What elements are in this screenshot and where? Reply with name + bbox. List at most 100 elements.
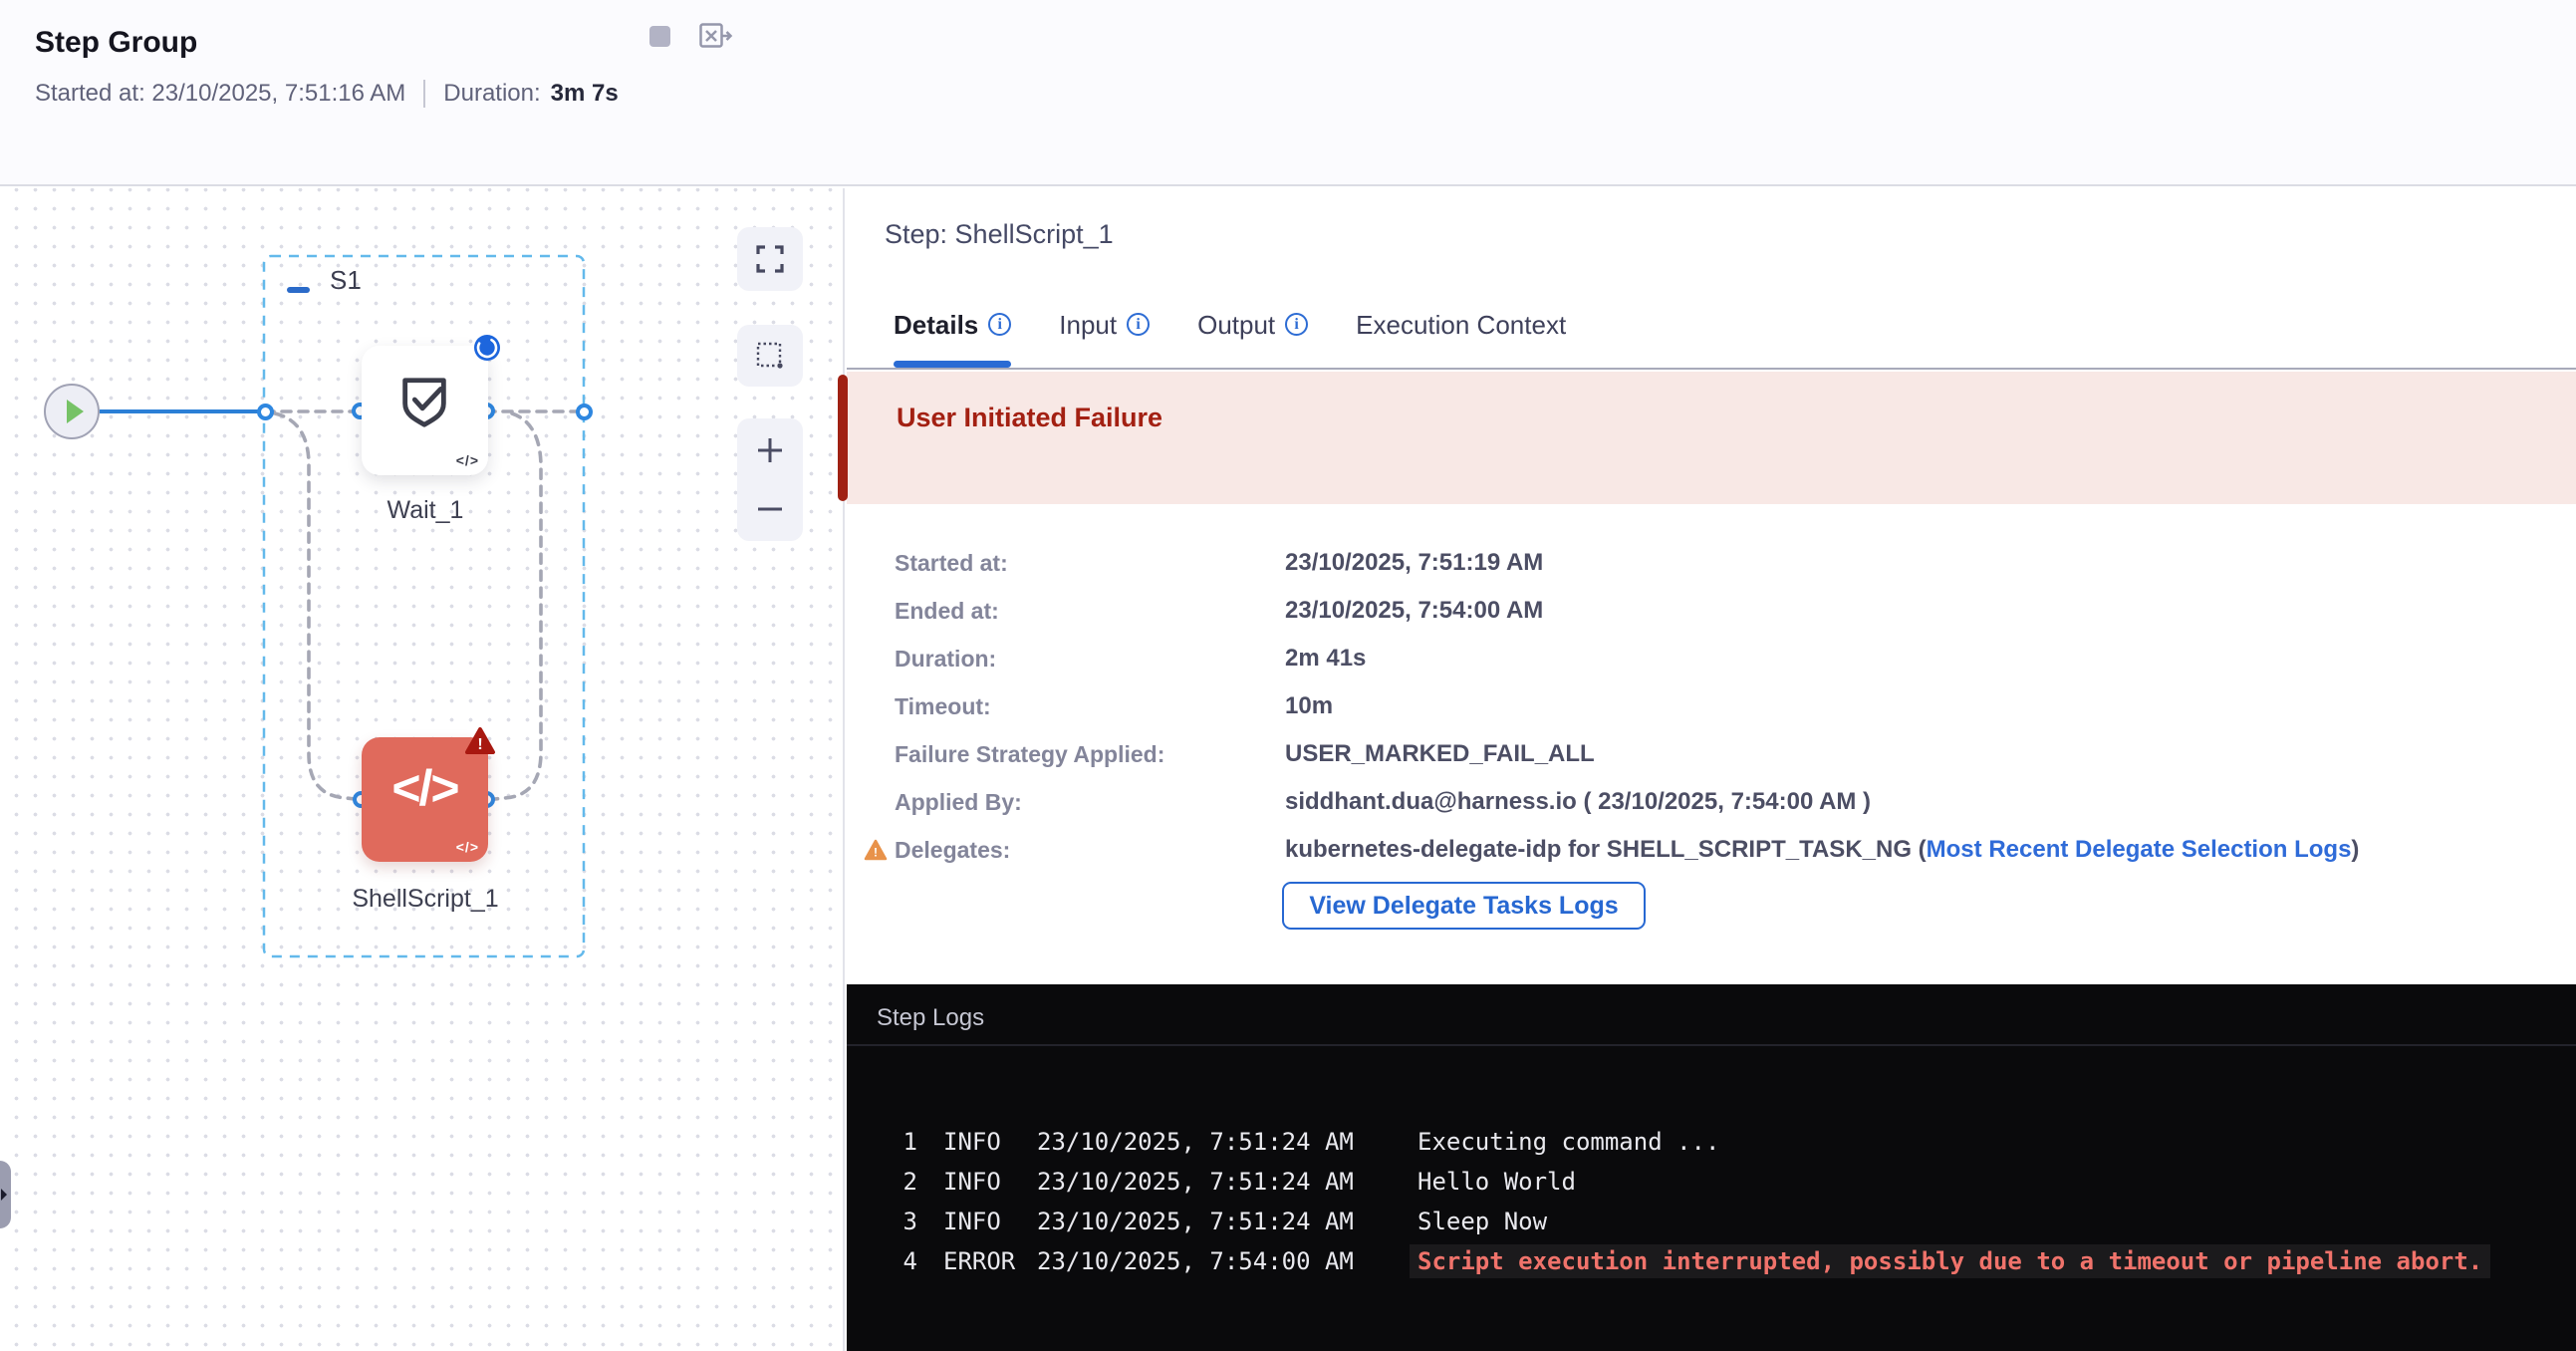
delegate-selection-logs-link[interactable]: Most Recent Delegate Selection Logs	[1927, 836, 2352, 863]
shell-script-icon: </>	[362, 759, 488, 817]
tab-output[interactable]: Outputi	[1197, 310, 1308, 368]
detail-row: Applied By:siddhant.dua@harness.io ( 23/…	[895, 778, 2359, 826]
selection-icon	[755, 341, 785, 371]
tab-label: Details	[894, 310, 978, 341]
detail-label: Started at:	[895, 550, 1285, 577]
log-line: 2 INFO 23/10/2025, 7:51:24 AM Hello World	[900, 1162, 2490, 1202]
detail-row: Delegates:!kubernetes-delegate-idp for S…	[895, 826, 2359, 874]
logs-divider	[847, 1044, 2576, 1046]
log-level: INFO	[943, 1208, 1019, 1235]
detail-label: Applied By:	[895, 789, 1285, 816]
info-icon[interactable]: i	[988, 313, 1011, 336]
detail-value-text: kubernetes-delegate-idp for SHELL_SCRIPT…	[1285, 836, 1927, 863]
log-line-number: 4	[900, 1247, 917, 1275]
detail-value-text: )	[2351, 836, 2359, 863]
step-logs-title: Step Logs	[877, 1004, 984, 1032]
error-banner-text: User Initiated Failure	[897, 403, 1162, 433]
header-bar: Step Group Started at: 23/10/2025, 7:51:…	[0, 0, 2576, 186]
detail-value: 23/10/2025, 7:54:00 AM	[1285, 597, 1543, 625]
fullscreen-icon	[756, 245, 784, 273]
stop-icon[interactable]	[649, 26, 670, 47]
tab-details[interactable]: Details i	[894, 310, 1011, 368]
log-message: Executing command ...	[1417, 1128, 1719, 1156]
detail-label: Failure Strategy Applied:	[895, 741, 1285, 768]
graph-canvas[interactable]: S1 </> Wait_1 </> </>	[0, 188, 845, 1351]
tab-label: Input	[1059, 310, 1117, 341]
info-icon[interactable]: i	[1285, 313, 1308, 336]
detail-value: 23/10/2025, 7:51:19 AM	[1285, 549, 1543, 577]
detail-row: Started at:23/10/2025, 7:51:19 AM	[895, 539, 2359, 587]
code-glyph-icon: </>	[456, 839, 479, 855]
log-level: ERROR	[943, 1247, 1019, 1275]
meta-divider	[423, 80, 425, 108]
detail-row: Ended at:23/10/2025, 7:54:00 AM	[895, 587, 2359, 635]
tab-label: Execution Context	[1356, 310, 1566, 341]
edge-port	[576, 404, 593, 420]
detail-label: Duration:	[895, 646, 1285, 673]
page-title: Step Group	[35, 26, 197, 60]
detail-value: 2m 41s	[1285, 645, 1366, 673]
detail-value: kubernetes-delegate-idp for SHELL_SCRIPT…	[1285, 836, 2359, 864]
detail-row: Failure Strategy Applied:USER_MARKED_FAI…	[895, 730, 2359, 778]
log-message: Sleep Now	[1417, 1208, 1547, 1235]
step-group-execution-view: Step Group Started at: 23/10/2025, 7:51:…	[0, 0, 2576, 1351]
step-logs-panel[interactable]: Step Logs 1 INFO 23/10/2025, 7:51:24 AM Exe…	[847, 984, 2576, 1351]
log-level: INFO	[943, 1128, 1019, 1156]
detail-value: USER_MARKED_FAIL_ALL	[1285, 740, 1595, 768]
edge-port	[257, 404, 274, 420]
detail-value: siddhant.dua@harness.io ( 23/10/2025, 7:…	[1285, 788, 1871, 816]
tabs-border	[847, 368, 2576, 370]
abort-icon[interactable]	[699, 23, 733, 49]
node-label-shellscript: ShellScript_1	[352, 885, 498, 914]
code-glyph-icon: </>	[456, 452, 479, 468]
log-line: 3 INFO 23/10/2025, 7:51:24 AM Sleep Now	[900, 1202, 2490, 1241]
pipeline-start-node[interactable]	[44, 384, 100, 439]
zoom-out-button[interactable]	[737, 479, 803, 539]
duration-label: Duration:	[443, 80, 540, 108]
log-line-number: 2	[900, 1168, 917, 1196]
log-timestamp: 23/10/2025, 7:51:24 AM	[1037, 1208, 1356, 1235]
log-message: Hello World	[1417, 1168, 1576, 1196]
drawer-handle[interactable]	[0, 1161, 11, 1228]
zoom-controls	[737, 418, 803, 541]
collapse-group-icon[interactable]	[287, 287, 310, 293]
log-line: 4 ERROR 23/10/2025, 7:54:00 AM Script execu…	[900, 1241, 2490, 1281]
svg-text:!: !	[477, 736, 482, 753]
step-details-list: Started at:23/10/2025, 7:51:19 AMEnded a…	[895, 539, 2359, 874]
svg-text:!: !	[874, 846, 878, 860]
log-timestamp: 23/10/2025, 7:54:00 AM	[1037, 1247, 1356, 1275]
detail-label: Delegates:!	[895, 837, 1285, 864]
fullscreen-button[interactable]	[737, 227, 803, 291]
duration-value: 3m 7s	[551, 80, 619, 108]
step-title: Step: ShellScript_1	[885, 219, 1114, 250]
log-line: 1 INFO 23/10/2025, 7:51:24 AM Executing com…	[900, 1122, 2490, 1162]
log-message: Script execution interrupted, possibly d…	[1410, 1244, 2490, 1278]
execution-meta: Started at: 23/10/2025, 7:51:16 AM Durat…	[35, 80, 619, 108]
info-icon[interactable]: i	[1127, 313, 1150, 336]
failed-status-icon: !	[464, 726, 496, 756]
log-timestamp: 23/10/2025, 7:51:24 AM	[1037, 1168, 1356, 1196]
log-line-number: 3	[900, 1208, 917, 1235]
tab-execution-context[interactable]: Execution Context	[1356, 310, 1566, 368]
started-at-label: Started at:	[35, 80, 145, 108]
detail-label: Timeout:	[895, 693, 1285, 720]
tab-label: Output	[1197, 310, 1275, 341]
detail-row: Duration:2m 41s	[895, 635, 2359, 682]
zoom-in-button[interactable]	[737, 420, 803, 480]
started-at-value: 23/10/2025, 7:51:16 AM	[151, 80, 405, 108]
log-timestamp: 23/10/2025, 7:51:24 AM	[1037, 1128, 1356, 1156]
play-icon	[67, 400, 84, 423]
log-line-number: 1	[900, 1128, 917, 1156]
detail-row: Timeout:10m	[895, 682, 2359, 730]
shield-check-icon	[395, 372, 453, 438]
view-delegate-tasks-logs-button[interactable]: View Delegate Tasks Logs	[1282, 882, 1646, 930]
selection-tool-button[interactable]	[737, 325, 803, 387]
tabs: DetailsiInputiOutputiExecution Context	[894, 310, 1566, 368]
step-group-label: S1	[330, 265, 362, 296]
tab-input[interactable]: Inputi	[1059, 310, 1150, 368]
node-label-wait: Wait_1	[387, 496, 464, 525]
node-wait-1[interactable]: </>	[362, 346, 488, 475]
error-banner: User Initiated Failure	[847, 372, 2576, 504]
log-level: INFO	[943, 1168, 1019, 1196]
running-status-icon	[473, 334, 501, 362]
